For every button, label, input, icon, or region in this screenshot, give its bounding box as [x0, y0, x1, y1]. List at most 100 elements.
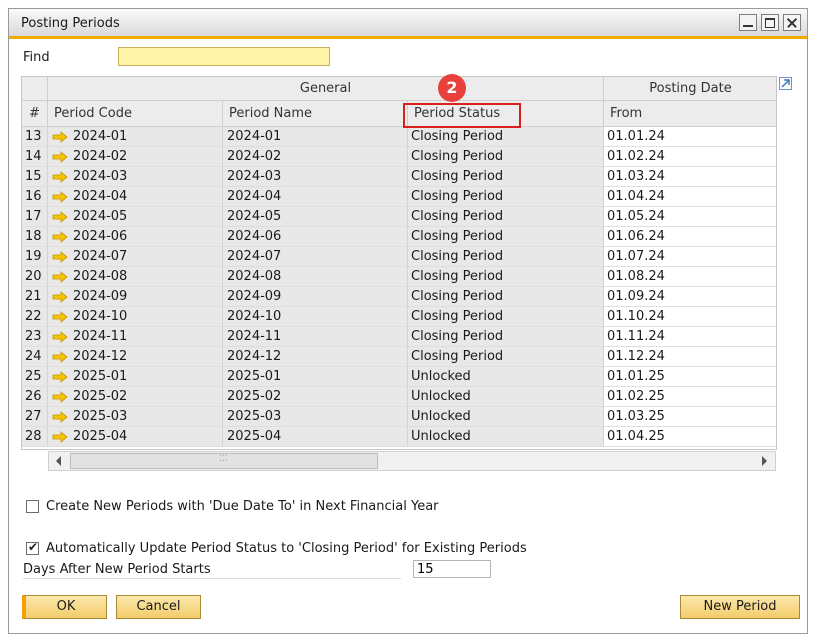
- expand-icon[interactable]: [779, 77, 792, 90]
- link-arrow-icon[interactable]: [52, 331, 68, 343]
- period-name-cell[interactable]: 2024-10: [223, 307, 408, 327]
- posting-date-from-cell[interactable]: 01.11.24: [604, 327, 776, 347]
- table-row[interactable]: 28 2025-04 2025-04 Unlocked 01.04.25: [22, 427, 776, 447]
- link-arrow-icon[interactable]: [52, 131, 68, 143]
- period-status-cell[interactable]: Closing Period: [408, 247, 604, 267]
- posting-date-from-cell[interactable]: 01.09.24: [604, 287, 776, 307]
- period-status-cell[interactable]: Closing Period: [408, 147, 604, 167]
- posting-date-from-cell[interactable]: 01.01.25: [604, 367, 776, 387]
- period-name-cell[interactable]: 2024-09: [223, 287, 408, 307]
- table-row[interactable]: 25 2025-01 2025-01 Unlocked 01.01.25: [22, 367, 776, 387]
- period-code-cell[interactable]: 2024-05: [48, 207, 223, 227]
- period-name-cell[interactable]: 2024-05: [223, 207, 408, 227]
- period-name-cell[interactable]: 2024-06: [223, 227, 408, 247]
- posting-date-from-cell[interactable]: 01.03.24: [604, 167, 776, 187]
- period-name-cell[interactable]: 2024-03: [223, 167, 408, 187]
- posting-date-from-cell[interactable]: 01.08.24: [604, 267, 776, 287]
- period-name-cell[interactable]: 2024-12: [223, 347, 408, 367]
- column-header-from[interactable]: From: [604, 101, 776, 127]
- period-name-cell[interactable]: 2024-04: [223, 187, 408, 207]
- period-code-cell[interactable]: 2024-02: [48, 147, 223, 167]
- period-code-cell[interactable]: 2024-07: [48, 247, 223, 267]
- close-button[interactable]: [783, 14, 801, 31]
- period-code-cell[interactable]: 2024-01: [48, 127, 223, 147]
- horizontal-scroll-thumb[interactable]: [70, 453, 378, 469]
- column-header-period-name[interactable]: Period Name: [223, 101, 408, 127]
- table-row[interactable]: 23 2024-11 2024-11 Closing Period 01.11.24: [22, 327, 776, 347]
- period-status-cell[interactable]: Unlocked: [408, 407, 604, 427]
- period-status-cell[interactable]: Unlocked: [408, 427, 604, 447]
- link-arrow-icon[interactable]: [52, 151, 68, 163]
- period-name-cell[interactable]: 2025-03: [223, 407, 408, 427]
- posting-date-from-cell[interactable]: 01.06.24: [604, 227, 776, 247]
- link-arrow-icon[interactable]: [52, 231, 68, 243]
- period-name-cell[interactable]: 2025-04: [223, 427, 408, 447]
- table-row[interactable]: 24 2024-12 2024-12 Closing Period 01.12.24: [22, 347, 776, 367]
- link-arrow-icon[interactable]: [52, 271, 68, 283]
- minimize-button[interactable]: [739, 14, 757, 31]
- scroll-left-icon[interactable]: [56, 456, 61, 466]
- period-code-cell[interactable]: 2025-02: [48, 387, 223, 407]
- posting-date-from-cell[interactable]: 01.04.25: [604, 427, 776, 447]
- period-status-cell[interactable]: Closing Period: [408, 327, 604, 347]
- period-status-cell[interactable]: Closing Period: [408, 307, 604, 327]
- ok-button[interactable]: OK: [22, 595, 107, 619]
- posting-date-from-cell[interactable]: 01.03.25: [604, 407, 776, 427]
- link-arrow-icon[interactable]: [52, 191, 68, 203]
- posting-date-from-cell[interactable]: 01.02.25: [604, 387, 776, 407]
- period-status-cell[interactable]: Closing Period: [408, 187, 604, 207]
- table-row[interactable]: 27 2025-03 2025-03 Unlocked 01.03.25: [22, 407, 776, 427]
- maximize-button[interactable]: [761, 14, 779, 31]
- period-code-cell[interactable]: 2024-04: [48, 187, 223, 207]
- cancel-button[interactable]: Cancel: [116, 595, 201, 619]
- table-row[interactable]: 22 2024-10 2024-10 Closing Period 01.10.24: [22, 307, 776, 327]
- period-status-cell[interactable]: Closing Period: [408, 287, 604, 307]
- new-period-button[interactable]: New Period: [680, 595, 800, 619]
- days-after-input[interactable]: [413, 560, 491, 578]
- posting-date-from-cell[interactable]: 01.07.24: [604, 247, 776, 267]
- period-name-cell[interactable]: 2024-07: [223, 247, 408, 267]
- table-row[interactable]: 13 2024-01 2024-01 Closing Period 01.01.24: [22, 127, 776, 147]
- period-code-cell[interactable]: 2025-03: [48, 407, 223, 427]
- period-code-cell[interactable]: 2024-08: [48, 267, 223, 287]
- period-status-cell[interactable]: Closing Period: [408, 207, 604, 227]
- posting-date-from-cell[interactable]: 01.04.24: [604, 187, 776, 207]
- posting-date-from-cell[interactable]: 01.12.24: [604, 347, 776, 367]
- table-row[interactable]: 20 2024-08 2024-08 Closing Period 01.08.24: [22, 267, 776, 287]
- period-code-cell[interactable]: 2024-09: [48, 287, 223, 307]
- period-status-cell[interactable]: Closing Period: [408, 227, 604, 247]
- table-row[interactable]: 26 2025-02 2025-02 Unlocked 01.02.25: [22, 387, 776, 407]
- create-new-periods-checkbox[interactable]: [26, 500, 39, 513]
- period-status-cell[interactable]: Unlocked: [408, 387, 604, 407]
- period-name-cell[interactable]: 2024-08: [223, 267, 408, 287]
- find-input[interactable]: [118, 47, 330, 66]
- period-code-cell[interactable]: 2025-01: [48, 367, 223, 387]
- period-status-cell[interactable]: Unlocked: [408, 367, 604, 387]
- posting-date-from-cell[interactable]: 01.01.24: [604, 127, 776, 147]
- link-arrow-icon[interactable]: [52, 211, 68, 223]
- link-arrow-icon[interactable]: [52, 391, 68, 403]
- period-status-cell[interactable]: Closing Period: [408, 267, 604, 287]
- period-status-cell[interactable]: Closing Period: [408, 347, 604, 367]
- horizontal-scrollbar[interactable]: [48, 451, 776, 471]
- period-code-cell[interactable]: 2024-06: [48, 227, 223, 247]
- link-arrow-icon[interactable]: [52, 251, 68, 263]
- table-row[interactable]: 15 2024-03 2024-03 Closing Period 01.03.24: [22, 167, 776, 187]
- column-header-number[interactable]: #: [22, 101, 48, 127]
- period-name-cell[interactable]: 2024-02: [223, 147, 408, 167]
- period-name-cell[interactable]: 2025-02: [223, 387, 408, 407]
- posting-date-from-cell[interactable]: 01.05.24: [604, 207, 776, 227]
- auto-update-status-label[interactable]: Automatically Update Period Status to 'C…: [46, 541, 527, 556]
- table-row[interactable]: 16 2024-04 2024-04 Closing Period 01.04.24: [22, 187, 776, 207]
- link-arrow-icon[interactable]: [52, 411, 68, 423]
- scroll-right-icon[interactable]: [762, 456, 767, 466]
- link-arrow-icon[interactable]: [52, 311, 68, 323]
- period-code-cell[interactable]: 2024-11: [48, 327, 223, 347]
- table-row[interactable]: 18 2024-06 2024-06 Closing Period 01.06.24: [22, 227, 776, 247]
- period-status-cell[interactable]: Closing Period: [408, 127, 604, 147]
- posting-date-from-cell[interactable]: 01.02.24: [604, 147, 776, 167]
- posting-date-from-cell[interactable]: 01.10.24: [604, 307, 776, 327]
- link-arrow-icon[interactable]: [52, 371, 68, 383]
- period-name-cell[interactable]: 2024-11: [223, 327, 408, 347]
- link-arrow-icon[interactable]: [52, 291, 68, 303]
